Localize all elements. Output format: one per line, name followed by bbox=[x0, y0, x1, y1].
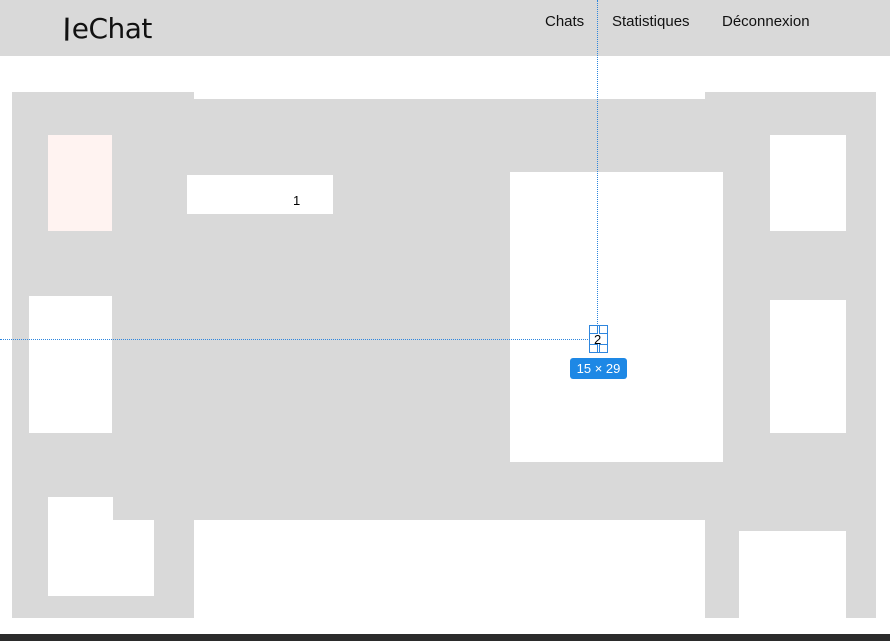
size-badge: 15 × 29 bbox=[570, 358, 627, 379]
table-1[interactable]: 1 bbox=[187, 175, 333, 214]
resize-handle-top-left[interactable] bbox=[589, 325, 598, 334]
resize-handle-bottom-right[interactable] bbox=[599, 344, 608, 353]
bottom-bar bbox=[0, 634, 890, 641]
nav-logout-link[interactable]: Déconnexion bbox=[722, 13, 810, 30]
right-table-tile-middle[interactable] bbox=[770, 300, 846, 433]
bottom-left-table-tile-b[interactable] bbox=[112, 520, 154, 596]
right-table-tile-top[interactable] bbox=[770, 135, 846, 231]
app-logo[interactable]: \eChat bbox=[57, 12, 153, 45]
bottom-left-table-tile-a[interactable] bbox=[48, 497, 113, 596]
nav-statistics-link[interactable]: Statistiques bbox=[612, 13, 690, 30]
logo-text: eChat bbox=[71, 12, 153, 45]
resize-handle-top-right[interactable] bbox=[599, 325, 608, 334]
horizontal-guide-line bbox=[0, 339, 590, 340]
nav-chats-link[interactable]: Chats bbox=[545, 13, 584, 30]
large-table-tile[interactable] bbox=[510, 172, 723, 462]
vertical-guide-line bbox=[597, 0, 598, 330]
right-table-tile-bottom[interactable] bbox=[739, 531, 846, 618]
pink-table-tile[interactable] bbox=[48, 135, 112, 231]
table-1-label: 1 bbox=[293, 193, 301, 208]
left-table-tile[interactable] bbox=[29, 296, 112, 433]
resize-handle-bottom-left[interactable] bbox=[589, 344, 598, 353]
